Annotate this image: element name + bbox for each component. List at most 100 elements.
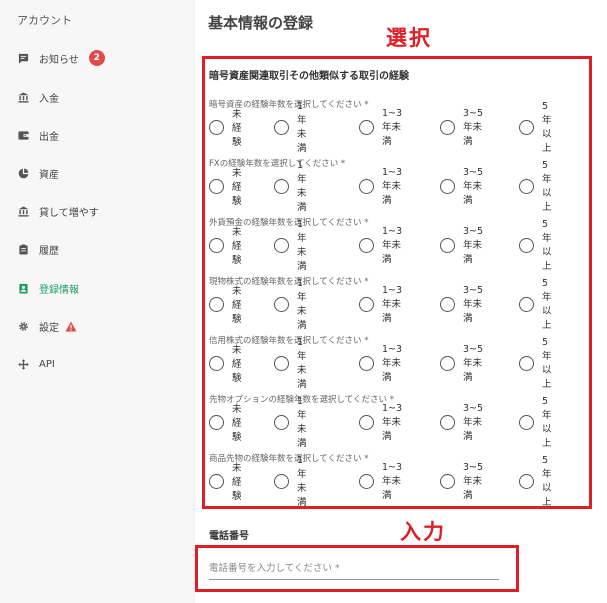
radio-option-3-5y[interactable]: 3~5年未満 xyxy=(440,167,483,206)
radio-label: 5年以上 xyxy=(542,395,552,449)
radio-option-never[interactable]: 未経験 xyxy=(209,109,242,148)
radio-option-never[interactable]: 未経験 xyxy=(209,286,242,325)
sidebar-item-deposit[interactable]: 入金 xyxy=(17,87,59,107)
radio-button[interactable] xyxy=(209,296,224,312)
radio-option-3-5y[interactable]: 3~5年未満 xyxy=(440,403,483,442)
radio-label: 未経験 xyxy=(232,345,242,384)
clipboard-icon xyxy=(17,243,29,255)
radio-button[interactable] xyxy=(274,296,289,312)
radio-button[interactable] xyxy=(209,119,224,135)
radio-button[interactable] xyxy=(440,414,455,430)
sidebar-item-assets[interactable]: 資産 xyxy=(17,163,59,183)
radio-option-under-1y[interactable]: 1年未満 xyxy=(274,160,307,213)
radio-label: 1年未満 xyxy=(297,395,307,449)
radio-button[interactable] xyxy=(519,296,534,312)
radio-option-under-1y[interactable]: 1年未満 xyxy=(274,219,307,272)
radio-button[interactable] xyxy=(209,237,224,253)
annotation-input-label: 入力 xyxy=(400,520,446,544)
radio-option-1-3y[interactable]: 1~3年未満 xyxy=(359,108,402,147)
radio-option-never[interactable]: 未経験 xyxy=(209,168,242,207)
radio-option-5y-plus[interactable]: 5年以上 xyxy=(519,101,552,154)
radio-option-under-1y[interactable]: 1年未満 xyxy=(274,455,307,508)
radio-button[interactable] xyxy=(440,473,455,489)
radio-button[interactable] xyxy=(274,355,289,371)
sidebar-item-api[interactable]: API xyxy=(17,354,55,374)
sidebar-title: アカウント xyxy=(17,14,72,27)
radio-button[interactable] xyxy=(209,473,224,489)
radio-button[interactable] xyxy=(440,296,455,312)
radio-button[interactable] xyxy=(359,414,374,430)
radio-label: 3~5年未満 xyxy=(463,343,484,383)
radio-button[interactable] xyxy=(440,119,455,135)
radio-option-under-1y[interactable]: 1年未満 xyxy=(274,101,307,154)
radio-option-1-3y[interactable]: 1~3年未満 xyxy=(359,226,402,265)
radio-button[interactable] xyxy=(274,178,289,194)
radio-option-1-3y[interactable]: 1~3年未満 xyxy=(359,285,402,324)
radio-label: 1~3年未満 xyxy=(382,225,403,265)
bank-icon xyxy=(17,91,29,103)
radio-button[interactable] xyxy=(440,178,455,194)
radio-button[interactable] xyxy=(519,473,534,489)
radio-button[interactable] xyxy=(359,119,374,135)
radio-button[interactable] xyxy=(274,237,289,253)
radio-option-5y-plus[interactable]: 5年以上 xyxy=(519,160,552,213)
radio-option-3-5y[interactable]: 3~5年未満 xyxy=(440,226,483,265)
radio-option-never[interactable]: 未経験 xyxy=(209,463,242,502)
radio-label: 未経験 xyxy=(232,404,242,443)
radio-option-5y-plus[interactable]: 5年以上 xyxy=(519,278,552,331)
radio-option-under-1y[interactable]: 1年未満 xyxy=(274,278,307,331)
radio-button[interactable] xyxy=(274,119,289,135)
radio-button[interactable] xyxy=(440,355,455,371)
radio-label: 1~3年未満 xyxy=(382,284,403,324)
radio-button[interactable] xyxy=(209,355,224,371)
radio-option-5y-plus[interactable]: 5年以上 xyxy=(519,396,552,449)
sidebar-item-history[interactable]: 履歴 xyxy=(17,239,59,259)
radio-option-never[interactable]: 未経験 xyxy=(209,227,242,266)
phone-input[interactable] xyxy=(209,558,499,580)
radio-option-1-3y[interactable]: 1~3年未満 xyxy=(359,344,402,383)
radio-button[interactable] xyxy=(519,355,534,371)
radio-button[interactable] xyxy=(359,355,374,371)
radio-option-3-5y[interactable]: 3~5年未満 xyxy=(440,108,483,147)
radio-option-never[interactable]: 未経験 xyxy=(209,404,242,443)
wallet-icon xyxy=(17,129,29,141)
radio-button[interactable] xyxy=(519,237,534,253)
bank-icon xyxy=(17,205,29,217)
radio-button[interactable] xyxy=(359,178,374,194)
radio-option-3-5y[interactable]: 3~5年未満 xyxy=(440,285,483,324)
radio-option-under-1y[interactable]: 1年未満 xyxy=(274,396,307,449)
sidebar-item-registration[interactable]: 登録情報 xyxy=(17,278,79,298)
annotation-select-label: 選択 xyxy=(386,26,432,50)
radio-button[interactable] xyxy=(359,237,374,253)
radio-button[interactable] xyxy=(209,178,224,194)
radio-option-1-3y[interactable]: 1~3年未満 xyxy=(359,462,402,501)
radio-label: 3~5年未満 xyxy=(463,461,484,501)
radio-label: 未経験 xyxy=(232,286,242,325)
radio-button[interactable] xyxy=(274,414,289,430)
radio-option-3-5y[interactable]: 3~5年未満 xyxy=(440,462,483,501)
radio-option-never[interactable]: 未経験 xyxy=(209,345,242,384)
radio-option-5y-plus[interactable]: 5年以上 xyxy=(519,455,552,508)
radio-option-under-1y[interactable]: 1年未満 xyxy=(274,337,307,390)
radio-button[interactable] xyxy=(359,473,374,489)
sidebar-item-label: 登録情報 xyxy=(39,284,79,296)
radio-label: 1年未満 xyxy=(297,218,307,272)
radio-label: 3~5年未満 xyxy=(463,107,484,147)
radio-option-5y-plus[interactable]: 5年以上 xyxy=(519,219,552,272)
radio-button[interactable] xyxy=(519,414,534,430)
radio-button[interactable] xyxy=(209,414,224,430)
radio-option-3-5y[interactable]: 3~5年未満 xyxy=(440,344,483,383)
sidebar-item-lending[interactable]: 貸して増やす xyxy=(17,201,99,221)
radio-button[interactable] xyxy=(274,473,289,489)
radio-button[interactable] xyxy=(519,178,534,194)
radio-option-1-3y[interactable]: 1~3年未満 xyxy=(359,403,402,442)
radio-button[interactable] xyxy=(359,296,374,312)
sidebar-item-withdraw[interactable]: 出金 xyxy=(17,125,59,145)
radio-option-5y-plus[interactable]: 5年以上 xyxy=(519,337,552,390)
radio-button[interactable] xyxy=(440,237,455,253)
radio-button[interactable] xyxy=(519,119,534,135)
radio-option-1-3y[interactable]: 1~3年未満 xyxy=(359,167,402,206)
sidebar-item-notifications[interactable]: お知らせ 2 xyxy=(17,48,105,68)
page-title: 基本情報の登録 xyxy=(208,14,314,32)
sidebar-item-settings[interactable]: 設定 xyxy=(17,316,77,336)
